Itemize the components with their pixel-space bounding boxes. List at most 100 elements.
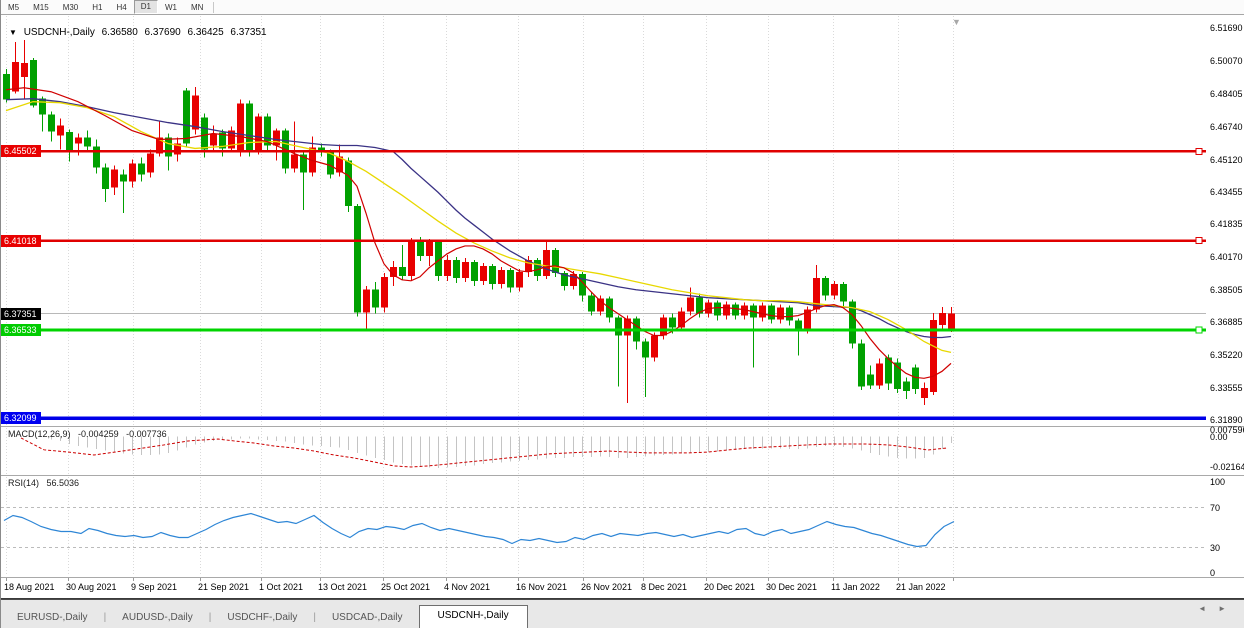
candle-body [381,276,388,308]
chart-title: ▼ USDCNH-,Daily 6.36580 6.37690 6.36425 … [9,27,271,38]
candle-body [399,266,406,276]
candle-body [714,302,721,316]
tab-eurusddaily[interactable]: EURUSD-,Daily [1,608,104,628]
candle-body [417,240,424,256]
candle-body [327,152,334,175]
candle-body [921,388,928,399]
candle-body [462,261,469,278]
candle-body [543,249,550,276]
tab-usdcnhdaily[interactable]: USDCNH-,Daily [418,605,528,628]
rsi-indicator-label: RSI(14) 56.5036 [8,478,84,488]
candle-body [471,261,478,281]
tab-audusddaily[interactable]: AUDUSD-,Daily [106,608,209,628]
toolbar-separator [213,1,215,13]
chart-symbol-period: USDCNH-,Daily [23,27,95,38]
candle-body [498,269,505,284]
candle-body [822,277,829,296]
candle-body [93,146,100,168]
tab-usdcaddaily[interactable]: USDCAD-,Daily [316,608,419,628]
candle-body [651,335,658,358]
candle-body [66,131,73,153]
timeframe-button-w1[interactable]: W1 [158,1,184,14]
candle-body [444,259,451,276]
timeframe-button-mn[interactable]: MN [184,1,210,14]
candle-body [183,90,190,144]
rsi-value: 56.5036 [46,478,80,488]
timeframe-button-m30[interactable]: M30 [56,1,86,14]
ma-fast-line [5,87,952,379]
rsi-name: RSI(14) [8,478,40,488]
candle-body [363,289,370,313]
scroll-right-icon[interactable]: ► [1218,604,1238,613]
candle-body [903,381,910,392]
macd-main-value: -0.004259 [78,429,119,439]
candle-body [12,61,19,92]
candle-body [57,125,64,136]
hscroll-arrows[interactable]: ◄► [1198,604,1238,613]
candle-body [480,265,487,281]
timeframe-button-h1[interactable]: H1 [85,1,109,14]
macd-signal-line [20,437,949,468]
timeframe-button-m15[interactable]: M15 [26,1,56,14]
timeframe-button-d1[interactable]: D1 [133,0,158,14]
symbol-tab-bar: EURUSD-,Daily | AUDUSD-,Daily | USDCHF-,Dail… [1,599,1244,628]
candle-body [615,317,622,336]
timeframe-button-h4[interactable]: H4 [109,1,133,14]
candle-body [48,114,55,132]
candle-body [795,320,802,330]
candle-body [840,283,847,302]
candle-body [372,289,379,308]
timeframe-button-m5[interactable]: M5 [1,1,26,14]
candle-body [345,160,352,207]
candle-body [687,297,694,312]
candle-body [786,307,793,321]
tab-usdchfdaily[interactable]: USDCHF-,Daily [211,608,313,628]
line-handle-square [1195,237,1203,245]
line-handle-square [1195,326,1203,334]
candle-body [84,137,91,147]
candle-body [246,103,253,151]
candle-body [768,305,775,320]
candle-body [75,137,82,144]
ohlc-high: 6.37690 [144,27,181,38]
chart-dropdown-icon: ▼ [9,28,17,37]
scroll-left-icon[interactable]: ◄ [1198,604,1218,613]
line-handle-square [3,147,11,155]
candle-body [732,304,739,316]
candle-body [39,98,46,115]
macd-indicator-label: MACD(12,26,9) -0.004259 -0.007736 [8,429,172,439]
chart-shift-marker-icon[interactable]: ▼ [952,17,961,27]
candle-body [552,249,559,273]
candle-body [291,154,298,169]
candle-body [669,317,676,328]
price-chart-canvas[interactable] [1,0,1244,628]
candle-body [426,241,433,256]
candle-body [129,163,136,182]
candle-body [723,304,730,316]
mt4-window: M5 M15 M30 H1 H4 D1 W1 MN 6.51690 6.50070 6.48405… [0,0,1244,628]
candle-body [489,265,496,284]
candle-body [102,167,109,190]
candle-body [273,130,280,146]
line-handle-square [1195,147,1203,155]
candle-body [408,240,415,276]
candle-body [831,283,838,296]
ohlc-close: 6.37351 [230,27,267,38]
candle-body [354,206,361,313]
candle-body [759,305,766,318]
candle-body [507,269,514,288]
candle-body [453,259,460,278]
macd-name: MACD(12,26,9) [8,429,71,439]
candle-body [255,116,262,151]
macd-signal-value: -0.007736 [126,429,167,439]
rsi-line [3,512,955,548]
candle-body [534,259,541,276]
candle-body [588,295,595,312]
ohlc-low: 6.36425 [187,27,224,38]
candle-body [948,313,955,329]
candle-body [516,271,523,288]
candle-body [867,374,874,386]
candle-body [210,133,217,146]
candle-body [939,313,946,325]
candle-body [912,367,919,390]
